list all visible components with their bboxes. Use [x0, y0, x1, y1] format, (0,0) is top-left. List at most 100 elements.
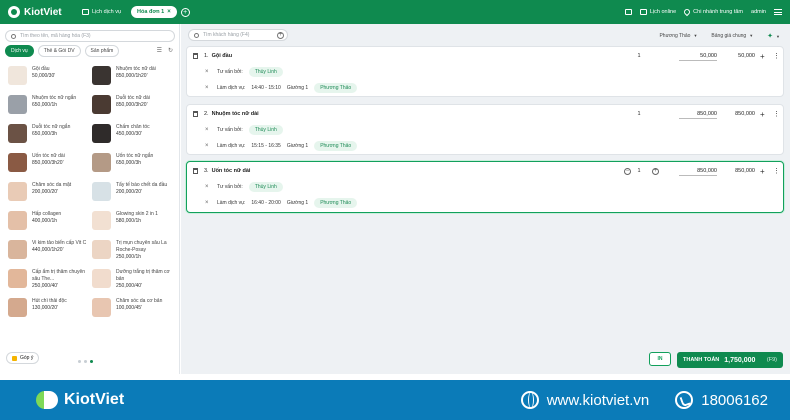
service-staff-chip[interactable]: Phương Thảo	[314, 198, 358, 208]
service-item[interactable]: Nhuộm tóc nữ dài 850,000/1h20'	[92, 66, 176, 93]
service-time[interactable]: 16:40 - 20:00	[251, 200, 280, 206]
service-item[interactable]: Trị mụn chuyên sâu La Roche-Posay 250,000…	[92, 240, 176, 267]
service-item[interactable]: Gội đầu 50,000/30'	[8, 66, 92, 93]
service-item[interactable]: Glowing skin 2 in 1 580,000/1h	[92, 211, 176, 238]
feedback-button[interactable]: Góp ý	[6, 352, 40, 364]
history-icon[interactable]: ↻	[168, 47, 173, 54]
service-item[interactable]: Hấp collagen 400,000/1h	[8, 211, 92, 238]
line-number: 2.	[204, 111, 209, 117]
service-staff-chip[interactable]: Phương Thảo	[314, 83, 358, 93]
service-time[interactable]: 14:40 - 15:10	[251, 85, 280, 91]
product-search-input[interactable]: Tìm theo tên, mã hàng hóa (F3)	[5, 30, 175, 42]
service-thumbnail	[92, 298, 111, 317]
service-name: Chấm chân tóc	[116, 124, 150, 130]
remove-consultant-icon[interactable]: ×	[205, 127, 211, 133]
service-item[interactable]: Duỗi tóc nữ dài 850,000/3h20'	[92, 95, 176, 122]
quantity-input[interactable]: 1	[624, 168, 654, 174]
tab-service-schedule[interactable]: Lịch dịch vụ	[76, 6, 127, 18]
page-dot[interactable]	[84, 360, 87, 363]
remove-service-staff-icon[interactable]: ×	[205, 143, 211, 149]
remove-consultant-icon[interactable]: ×	[205, 184, 211, 190]
quantity-input[interactable]: 1	[624, 111, 654, 117]
kiotviet-logo-icon	[36, 389, 58, 411]
more-options-icon[interactable]: ⋮	[773, 110, 780, 118]
add-customer-icon[interactable]: +	[277, 31, 284, 39]
remove-service-staff-icon[interactable]: ×	[205, 200, 211, 206]
unit-price-input[interactable]: 50,000	[679, 53, 717, 61]
invoice-line[interactable]: 2. Nhuộm tóc nữ dài 1 850,000 850,000 + ⋮ × Tư v…	[186, 104, 784, 155]
service-name: Duỗi tóc nữ ngắn	[32, 124, 71, 130]
service-thumbnail	[92, 66, 111, 85]
page-dot[interactable]	[78, 360, 81, 363]
invoice-line[interactable]: 1. Gội đầu 1 50,000 50,000 + ⋮ × Tư vấn bởi: Thùy…	[186, 46, 784, 97]
online-schedule-label: Lịch online	[649, 9, 677, 15]
tab-cards-packages[interactable]: Thẻ & Gói DV	[37, 45, 81, 57]
delete-icon[interactable]	[193, 53, 198, 59]
service-item[interactable]: Chấm chân tóc 450,000/30'	[92, 124, 176, 151]
customer-placeholder: Tìm khách hàng (F4)	[203, 32, 250, 38]
service-thumbnail	[92, 269, 111, 288]
price-list-select[interactable]: Bảng giá chung ▼	[711, 33, 753, 39]
tab-services[interactable]: Dịch vụ	[5, 45, 34, 57]
online-schedule-button[interactable]: Lịch online	[639, 9, 677, 15]
service-item[interactable]: Chăm sóc da mặt 200,000/20'	[8, 182, 92, 209]
unit-price-input[interactable]: 850,000	[679, 111, 717, 119]
service-item[interactable]: Chăm sóc da cơ bản 100,000/45'	[92, 298, 176, 325]
delete-icon[interactable]	[193, 168, 198, 174]
service-item[interactable]: Vi kim tảo biển cấp Vit C 440,000/1h20'	[8, 240, 92, 267]
service-name: Nhuộm tóc nữ dài	[116, 66, 156, 72]
checkout-button[interactable]: THANH TOÁN 1,750,000 (F9)	[677, 352, 783, 368]
service-item[interactable]: Cấp ẩm trị thâm chuyên sâu The... 250,000…	[8, 269, 92, 296]
consultant-label: Tư vấn bởi:	[217, 69, 243, 75]
service-bed[interactable]: Giường 1	[287, 143, 308, 149]
unit-price-input[interactable]: 850,000	[679, 168, 717, 176]
service-item[interactable]: Uốn tóc nữ dài 850,000/3h20'	[8, 153, 92, 180]
more-options-icon[interactable]: ⋮	[773, 52, 780, 60]
service-name: Glowing skin 2 in 1	[116, 211, 158, 217]
service-item[interactable]: Duỗi tóc nữ ngắn 650,000/3h	[8, 124, 92, 151]
tab-invoice-1[interactable]: Hóa đơn 1 ×	[131, 6, 177, 18]
service-item[interactable]: Hút chì thải độc 130,000/20'	[8, 298, 92, 325]
user-menu[interactable]: admin	[751, 9, 766, 15]
add-tab-button[interactable]: +	[180, 7, 190, 17]
remove-consultant-icon[interactable]: ×	[205, 69, 211, 75]
staff-select[interactable]: Phương Thảo ▼	[659, 33, 697, 39]
service-bed[interactable]: Giường 1	[287, 85, 308, 91]
quantity-input[interactable]: 1	[624, 53, 654, 59]
consultant-chip[interactable]: Thùy Linh	[248, 67, 283, 77]
service-price: 650,000/3h	[116, 160, 142, 166]
person-filter-icon[interactable]: ✦ ▼	[767, 32, 780, 40]
print-button[interactable]	[624, 9, 632, 15]
consultant-chip[interactable]: Thùy Linh	[248, 182, 283, 192]
line-service-name: Uốn tóc nữ dài	[211, 168, 251, 174]
service-item[interactable]: Dưỡng trắng trị thâm cơ bản 250,000/40'	[92, 269, 176, 296]
tab-products[interactable]: Sản phẩm	[84, 45, 120, 57]
service-item[interactable]: Tẩy tế bào chết da đầu 200,000/20'	[92, 182, 176, 209]
footer-logo: KiotViet	[36, 389, 124, 411]
service-staff-chip[interactable]: Phương Thảo	[314, 141, 358, 151]
service-time[interactable]: 15:15 - 16:35	[251, 143, 280, 149]
menu-icon[interactable]	[774, 9, 782, 15]
add-icon[interactable]: +	[760, 110, 765, 119]
print-invoice-button[interactable]: IN	[649, 352, 671, 366]
service-item[interactable]: Nhuộm tóc nữ ngắn 650,000/1h	[8, 95, 92, 122]
add-icon[interactable]: +	[760, 167, 765, 176]
service-bed[interactable]: Giường 1	[287, 200, 308, 206]
service-item[interactable]: Uốn tóc nữ ngắn 650,000/3h	[92, 153, 176, 180]
remove-service-staff-icon[interactable]: ×	[205, 85, 211, 91]
invoice-line[interactable]: 3. Uốn tóc nữ dài − +1 850,000 850,000 + ⋮ × Tư v…	[186, 161, 784, 213]
line-number: 3.	[204, 168, 209, 174]
page-dot-active[interactable]	[90, 360, 93, 363]
add-icon[interactable]: +	[760, 52, 765, 61]
close-icon[interactable]: ×	[167, 9, 171, 15]
consultant-chip[interactable]: Thùy Linh	[248, 125, 283, 135]
more-options-icon[interactable]: ⋮	[773, 167, 780, 175]
list-view-icon[interactable]: ☰	[157, 47, 162, 54]
line-total: 850,000	[735, 168, 755, 174]
delete-icon[interactable]	[193, 111, 198, 117]
tab-label: Hóa đơn 1	[137, 9, 165, 15]
branch-selector[interactable]: Chi nhánh trung tâm	[682, 7, 743, 17]
brand-logo[interactable]: KiotViet	[8, 6, 76, 18]
customer-search-input[interactable]: Tìm khách hàng (F4) +	[188, 29, 288, 41]
search-icon	[11, 33, 16, 39]
